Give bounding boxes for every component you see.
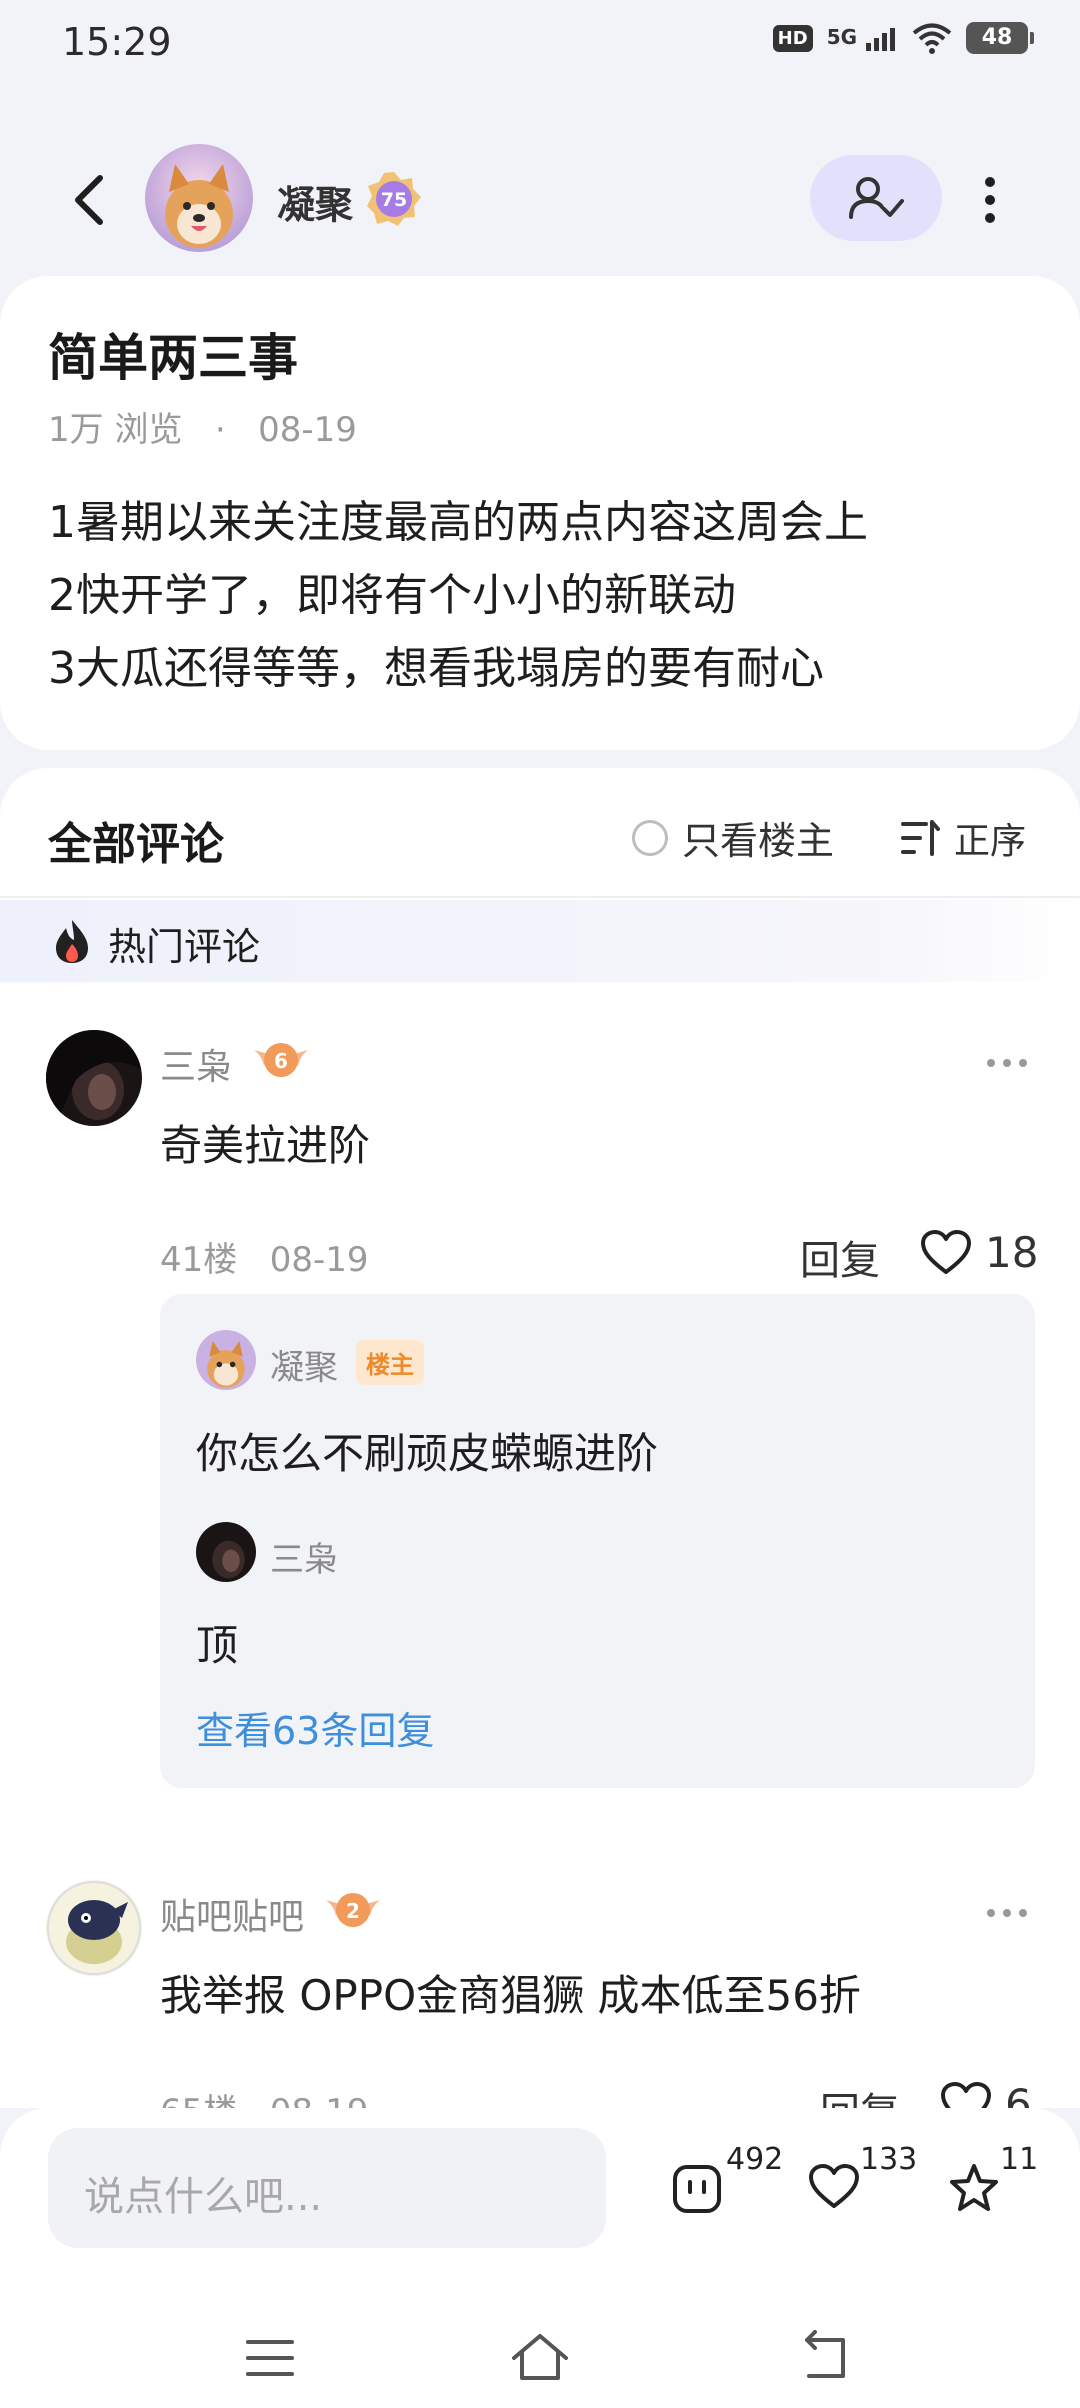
meta-dot: · — [193, 410, 248, 450]
system-nav-bar — [0, 2318, 1080, 2408]
reply-text: 顶 — [196, 1621, 239, 1670]
post-body: 1暑期以来关注度最高的两点内容这周会上 2快开学了，即将有个小小的新联动 3大瓜… — [48, 486, 868, 705]
comments-title: 全部评论 — [48, 819, 224, 870]
commenter-name[interactable]: 贴吧贴吧 — [160, 1888, 304, 1940]
back-icon[interactable] — [795, 2328, 855, 2388]
status-icons: HD 5G 48 — [772, 22, 1034, 54]
comment-count: 492 — [726, 2142, 784, 2177]
owner-tag: 楼主 — [356, 1340, 424, 1385]
level-badge-icon: 75 — [367, 172, 421, 226]
level-badge-icon: 2 — [326, 1893, 380, 1927]
sort-icon — [901, 820, 940, 856]
hd-icon: HD — [772, 24, 813, 52]
like-action[interactable]: 133 — [808, 2138, 918, 2238]
radio-icon[interactable] — [632, 819, 668, 856]
like-count: 6 — [1005, 2080, 1032, 2108]
svg-text:75: 75 — [381, 189, 407, 211]
comment-date: 08-19 — [269, 1240, 369, 1280]
commenter-avatar[interactable] — [46, 1030, 142, 1126]
comment-input[interactable]: 说点什么吧... — [48, 2128, 606, 2248]
more-vertical-icon[interactable] — [970, 170, 1010, 230]
svg-text:2: 2 — [346, 1899, 360, 1923]
like-count: 18 — [985, 1228, 1039, 1277]
heart-icon[interactable] — [920, 1230, 972, 1276]
sort-toggle[interactable]: 正序 — [900, 812, 1026, 864]
replies-box: 凝聚 楼主 你怎么不刷顽皮蝾螈进阶 三枭 顶 查看63条回复 — [160, 1294, 1035, 1788]
follow-status-button[interactable] — [810, 155, 942, 241]
fire-icon — [56, 920, 88, 963]
hot-comments-label: 热门评论 — [108, 925, 261, 969]
star-icon — [950, 2164, 998, 2211]
post-line: 2快开学了，即将有个小小的新联动 — [48, 570, 736, 621]
favorite-count: 11 — [1000, 2142, 1039, 2177]
back-arrow-icon[interactable] — [62, 170, 122, 230]
view-more-replies-link[interactable]: 查看63条回复 — [196, 1700, 434, 1755]
comment-floor: 41楼 — [160, 1240, 238, 1280]
comment-input-placeholder: 说点什么吧... — [84, 2174, 323, 2220]
heart-icon — [809, 2164, 859, 2208]
author-name[interactable]: 凝聚 — [277, 174, 353, 229]
reply-author-name[interactable]: 三枭 — [270, 1532, 338, 1581]
owner-only-label: 只看楼主 — [682, 819, 835, 863]
level-badge-icon: 6 — [254, 1043, 308, 1077]
author-avatar[interactable] — [145, 144, 253, 252]
reply-text: 你怎么不刷顽皮蝾螈进阶 — [196, 1429, 659, 1478]
comment-icon — [673, 2165, 721, 2213]
home-icon[interactable] — [510, 2328, 570, 2388]
post-detail-page: 15:29 HD 5G 48 凝聚 75 简单两三事 1万 浏览 · 08-19… — [0, 0, 1080, 2408]
bottom-bar: 说点什么吧... 492 133 11 — [0, 2108, 1080, 2408]
more-horizontal-icon[interactable] — [985, 1056, 1029, 1070]
reply-author-name[interactable]: 凝聚 — [270, 1340, 338, 1389]
5g-signal-icon: 5G — [827, 25, 898, 51]
comment-meta: 41楼 08-19 — [160, 1232, 369, 1281]
sort-label: 正序 — [954, 821, 1027, 862]
commenter-avatar[interactable] — [46, 1880, 142, 1976]
wifi-icon — [912, 23, 952, 54]
comment-date: 08-19 — [270, 2092, 369, 2108]
heart-icon[interactable] — [940, 2082, 992, 2108]
more-horizontal-icon[interactable] — [985, 1906, 1029, 1920]
post-card: 简单两三事 1万 浏览 · 08-19 1暑期以来关注度最高的两点内容这周会上 … — [0, 276, 1080, 750]
status-bar: 15:29 HD 5G 48 — [0, 0, 1080, 90]
post-views: 1万 浏览 — [48, 410, 183, 450]
post-header: 凝聚 75 — [0, 140, 1080, 260]
user-check-icon — [849, 177, 904, 219]
comment-text: 奇美拉进阶 — [160, 1121, 371, 1170]
comments-section: 全部评论 只看楼主 正序 热门评论 三枭 6 奇美拉进阶 41楼 08-19 回… — [0, 768, 1080, 2108]
reply-button[interactable]: 回复 — [820, 2080, 900, 2108]
status-time: 15:29 — [62, 20, 172, 64]
favorite-action[interactable]: 11 — [948, 2138, 1058, 2238]
post-line: 1暑期以来关注度最高的两点内容这周会上 — [48, 497, 868, 548]
comment-floor: 65楼 — [160, 2092, 237, 2108]
comment-action[interactable]: 492 — [672, 2138, 784, 2238]
reply-button[interactable]: 回复 — [800, 1228, 880, 1286]
comment-meta: 65楼 08-19 — [160, 2084, 369, 2108]
commenter-name[interactable]: 三枭 — [160, 1038, 232, 1090]
post-line: 3大瓜还得等等，想看我塌房的要有耐心 — [48, 643, 824, 694]
post-meta: 1万 浏览 · 08-19 — [48, 402, 357, 451]
hot-comments-bar: 热门评论 — [0, 900, 1080, 982]
post-date: 08-19 — [258, 410, 357, 450]
post-title: 简单两三事 — [48, 329, 298, 387]
battery-icon: 48 — [966, 22, 1034, 54]
reply-avatar[interactable] — [196, 1522, 256, 1582]
comment-text: 我举报 OPPO金商猖獗 成本低至56折 — [160, 1971, 861, 2020]
owner-only-toggle[interactable]: 只看楼主 — [632, 810, 834, 865]
comments-header: 全部评论 只看楼主 正序 — [0, 768, 1080, 898]
menu-icon[interactable] — [240, 2328, 300, 2388]
svg-text:6: 6 — [274, 1049, 288, 1073]
reply-avatar[interactable] — [196, 1330, 256, 1390]
like-count-total: 133 — [860, 2142, 918, 2177]
